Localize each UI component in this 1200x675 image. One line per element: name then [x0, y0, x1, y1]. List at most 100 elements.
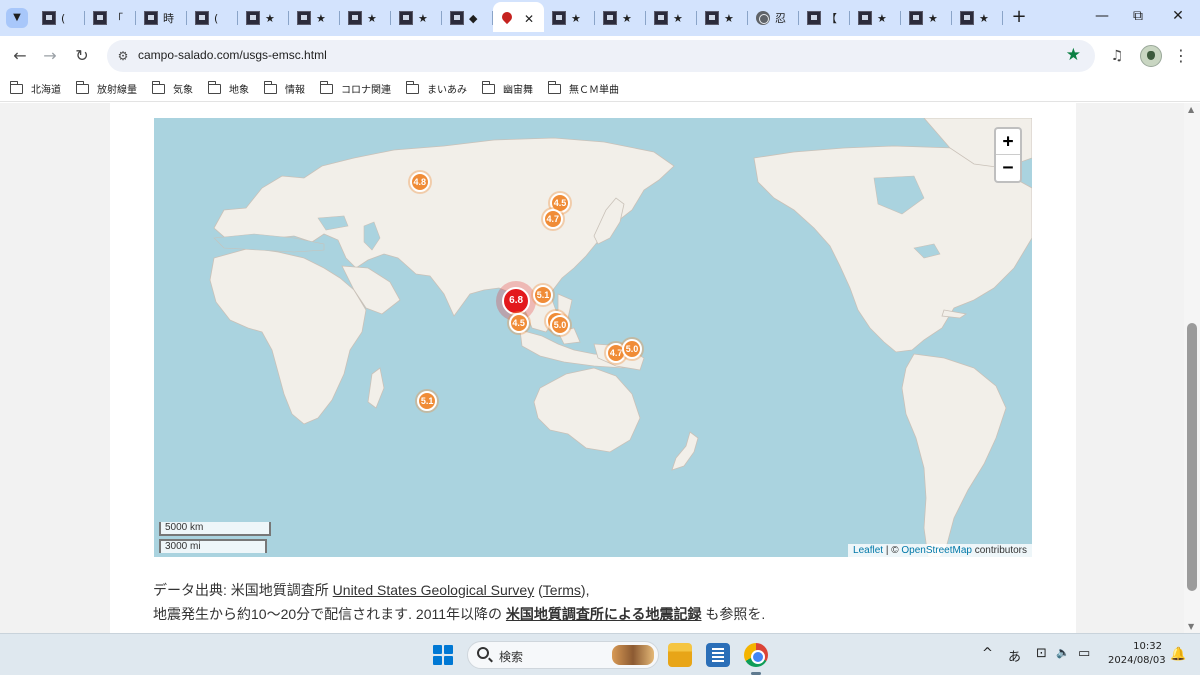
browser-tab[interactable]: 「 [85, 6, 136, 30]
browser-tab[interactable]: ★ [289, 6, 340, 30]
browser-tab[interactable]: ★ [952, 6, 1003, 30]
tab-title: 【 [826, 12, 837, 25]
search-icon [477, 647, 489, 659]
network-icon[interactable]: ⊡ [1036, 646, 1047, 661]
bookmark-folder[interactable]: 情報 [263, 80, 305, 96]
volume-icon[interactable]: 🔈 [1056, 646, 1070, 659]
tab-title: ★ [265, 11, 275, 25]
browser-tab[interactable]: ◆ [442, 6, 493, 30]
browser-tab[interactable]: ★ [340, 6, 391, 30]
forward-button[interactable]: → [38, 44, 62, 68]
browser-tab[interactable]: ★ [646, 6, 697, 30]
line2-prefix: 地震発生から約10〜20分で配信されます. 2011年以降の [153, 606, 506, 622]
bookmark-folder[interactable]: まいあみ [405, 80, 467, 96]
attribution-separator: | © [883, 545, 902, 556]
url-text[interactable]: campo-salado.com/usgs-emsc.html [138, 48, 327, 62]
tab-title: 「 [112, 12, 123, 25]
folder-icon [547, 80, 561, 94]
usgs-records-link[interactable]: 米国地質調査所による地震記録 [506, 606, 702, 622]
notepad-icon[interactable] [706, 643, 730, 667]
browser-tab[interactable]: ★ [697, 6, 748, 30]
terms-link[interactable]: Terms [543, 582, 581, 598]
tab-search-button[interactable]: ▼ [6, 8, 28, 28]
site-info-icon[interactable]: ⚙ [114, 47, 132, 65]
ime-indicator[interactable]: あ [1008, 646, 1021, 665]
site-icon [144, 11, 158, 25]
site-icon [960, 11, 974, 25]
profile-avatar[interactable] [1140, 45, 1162, 67]
openstreetmap-link[interactable]: OpenStreetMap [901, 545, 972, 556]
folder-icon [207, 80, 221, 94]
media-control-icon[interactable]: ♫ [1106, 45, 1128, 67]
bookmark-folder[interactable]: コロナ関連 [319, 80, 391, 96]
browser-tab[interactable]: ★ [238, 6, 289, 30]
usgs-link[interactable]: United States Geological Survey [333, 582, 535, 598]
bookmark-label: 気象 [173, 85, 193, 96]
start-button[interactable] [433, 645, 453, 665]
notification-bell-icon[interactable]: 🔔 [1170, 647, 1186, 662]
browser-tab[interactable]: ★ [850, 6, 901, 30]
browser-tab[interactable]: 【 [799, 6, 850, 30]
bookmark-folder[interactable]: 幽宙舞 [481, 80, 533, 96]
zoom-in-button[interactable]: + [996, 129, 1020, 155]
content-column: + − 5000 km 3000 mi Leaflet | © OpenStre… [110, 103, 1076, 633]
restore-button[interactable]: ⧉ [1128, 8, 1148, 24]
site-icon [195, 11, 209, 25]
browser-tab[interactable]: ★ [901, 6, 952, 30]
browser-menu-icon[interactable]: ⋮ [1170, 45, 1192, 67]
bookmark-folder[interactable]: 放射線量 [75, 80, 137, 96]
tab-title: ★ [418, 11, 428, 25]
minimize-button[interactable]: — [1092, 8, 1112, 24]
bookmark-label: 地象 [229, 85, 249, 96]
tab-title: ★ [367, 11, 377, 25]
zoom-out-button[interactable]: − [996, 155, 1020, 181]
earthquake-marker[interactable]: 4.5 [508, 313, 529, 334]
system-clock[interactable]: 10:32 2024/08/03 [1108, 640, 1166, 668]
bookmark-folder[interactable]: 無ＣＭ単曲 [547, 80, 619, 96]
paren-close: ), [580, 582, 590, 598]
bookmark-folder[interactable]: 北海道 [9, 80, 61, 96]
tab-title: ( [214, 11, 219, 25]
tab-strip: ▼ (「 時 (★ ★ ★ ★ ◆ ✕ ★ ★ ★ ★ 忍 【 ★ ★ ★ + — ⧉ ✕ [0, 0, 1200, 36]
scroll-up-arrow[interactable]: ▲ [1188, 105, 1194, 114]
scrollbar-thumb[interactable] [1187, 323, 1197, 591]
tab-title: ★ [622, 11, 632, 25]
earthquake-map[interactable]: + − 5000 km 3000 mi Leaflet | © OpenStre… [154, 118, 1032, 557]
close-window-button[interactable]: ✕ [1168, 8, 1188, 24]
reload-button[interactable]: ↻ [70, 44, 94, 68]
world-basemap [209, 118, 1032, 557]
bookmark-folder[interactable]: 地象 [207, 80, 249, 96]
browser-tab[interactable]: 忍 [748, 6, 799, 30]
browser-tab[interactable]: ★ [595, 6, 646, 30]
site-icon [42, 11, 56, 25]
file-explorer-icon[interactable] [668, 643, 692, 667]
earthquake-marker[interactable]: 5.0 [550, 314, 571, 335]
bookmark-star-icon[interactable]: ★ [1066, 45, 1081, 65]
new-tab-button[interactable]: + [1007, 6, 1031, 30]
folder-icon [151, 80, 165, 94]
browser-tab[interactable]: ✕ [493, 2, 544, 32]
leaflet-link[interactable]: Leaflet [853, 545, 883, 556]
browser-tab[interactable]: ( [34, 6, 85, 30]
site-icon [858, 11, 872, 25]
earthquake-marker[interactable]: 4.8 [409, 172, 430, 193]
close-tab-icon[interactable]: ✕ [524, 12, 534, 26]
back-button[interactable]: ← [8, 44, 32, 68]
earthquake-marker[interactable]: 5.1 [532, 285, 553, 306]
browser-tab[interactable]: ★ [544, 6, 595, 30]
battery-icon[interactable]: ▭ [1078, 646, 1090, 661]
browser-tab[interactable]: ★ [391, 6, 442, 30]
taskbar-search[interactable]: 検索 [467, 641, 659, 669]
tab-title: ★ [316, 11, 326, 25]
tray-overflow-icon[interactable]: ^ [982, 646, 993, 661]
tab-title: ◆ [469, 11, 478, 25]
chrome-icon[interactable] [744, 643, 768, 667]
browser-tab[interactable]: ( [187, 6, 238, 30]
source-line-1: データ出典: 米国地質調査所 United States Geological … [153, 578, 765, 602]
page-scrollbar[interactable]: ▲ ▼ [1184, 103, 1200, 633]
address-bar[interactable]: ⚙ campo-salado.com/usgs-emsc.html ★ [107, 40, 1095, 72]
scroll-down-arrow[interactable]: ▼ [1188, 622, 1194, 631]
bookmark-folder[interactable]: 気象 [151, 80, 193, 96]
browser-tab[interactable]: 時 [136, 6, 187, 30]
earthquake-marker[interactable]: 4.7 [542, 208, 563, 229]
